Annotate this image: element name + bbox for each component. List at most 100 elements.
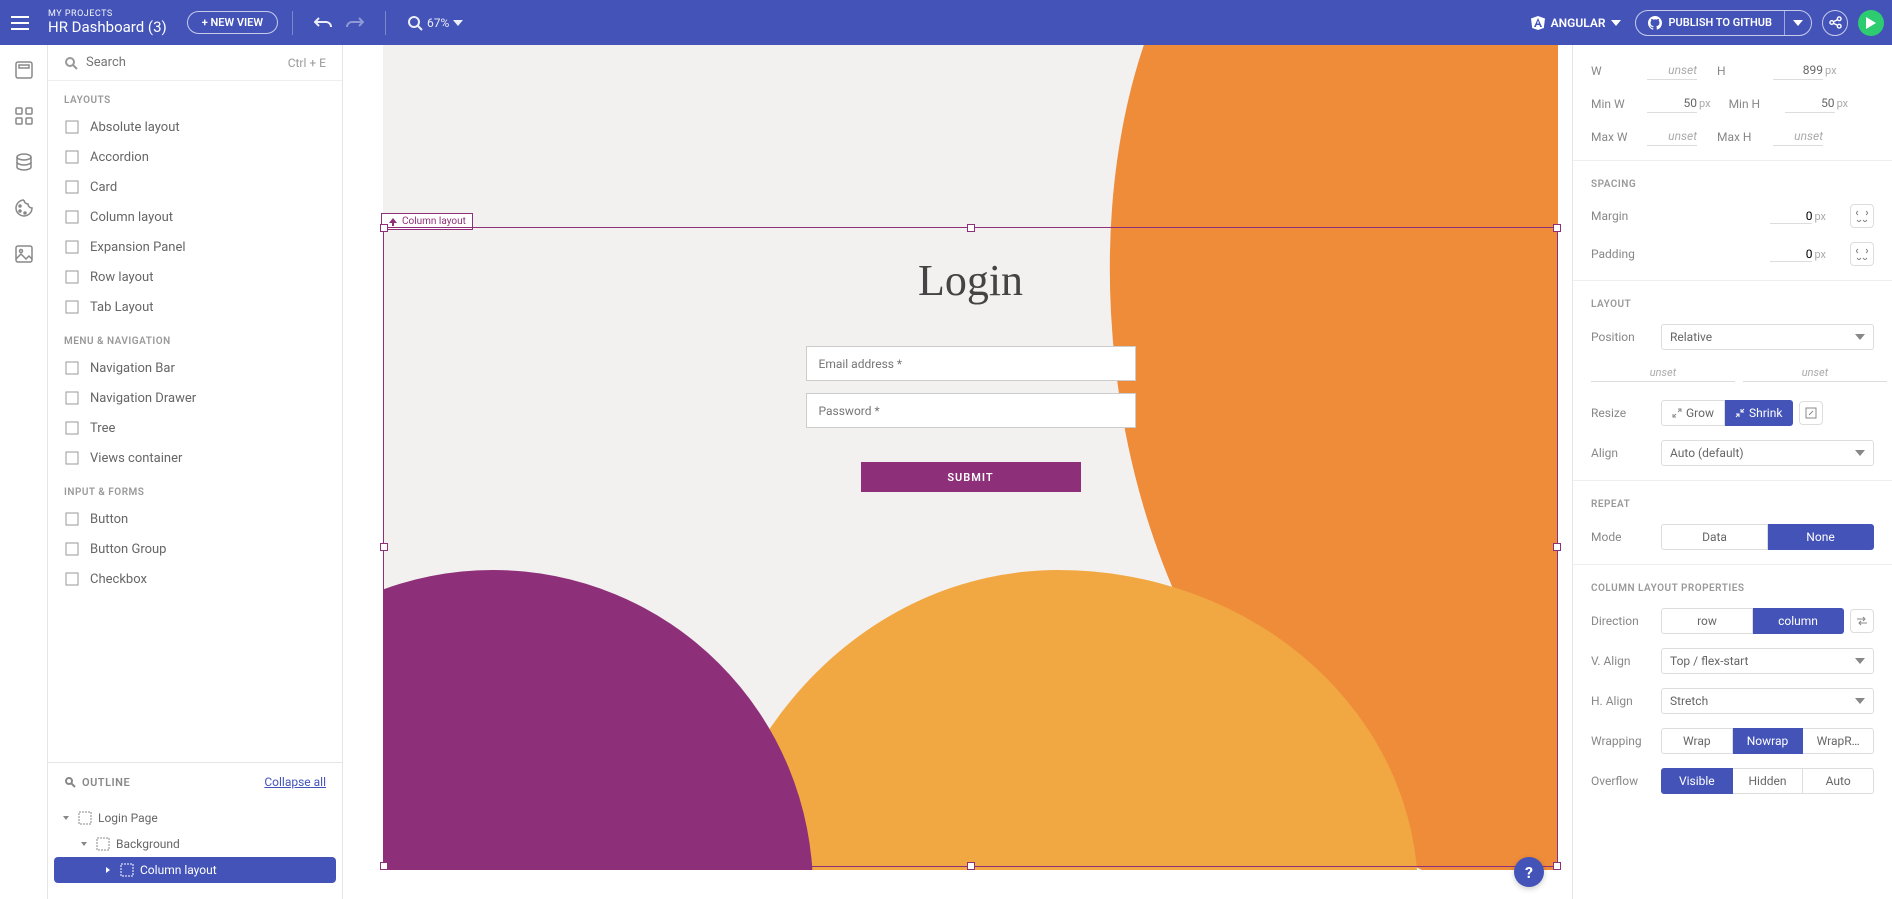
artboard[interactable]: Login SUBMIT xyxy=(383,45,1558,870)
search-input[interactable] xyxy=(86,55,288,70)
tool-item[interactable]: Checkbox xyxy=(48,564,342,594)
topbar: MY PROJECTS HR Dashboard (3) + NEW VIEW … xyxy=(0,0,1892,45)
tool-item[interactable]: Column layout xyxy=(48,202,342,232)
component-icon xyxy=(64,209,80,225)
preview-button[interactable] xyxy=(1858,10,1884,36)
maxh-input[interactable] xyxy=(1773,127,1823,146)
direction-row-button[interactable]: row xyxy=(1661,608,1753,634)
margin-input[interactable] xyxy=(1770,209,1812,224)
views-icon[interactable] xyxy=(11,57,37,83)
decorative-blob xyxy=(383,570,813,870)
tool-item[interactable]: Navigation Bar xyxy=(48,353,342,383)
component-icon xyxy=(64,119,80,135)
wraprev-button[interactable]: WrapR… xyxy=(1803,728,1874,754)
assets-icon[interactable] xyxy=(11,241,37,267)
mode-data-button[interactable]: Data xyxy=(1661,524,1768,550)
align-select[interactable]: Auto (default) xyxy=(1661,440,1874,466)
tree-row-login-page[interactable]: Login Page xyxy=(48,805,342,831)
collapse-all-link[interactable]: Collapse all xyxy=(264,775,326,789)
tool-item[interactable]: Views container xyxy=(48,443,342,473)
offset-top[interactable] xyxy=(1591,364,1735,382)
outline-title: OUTLINE xyxy=(82,776,130,789)
canvas[interactable]: Login SUBMIT Column layout xyxy=(343,45,1572,899)
minw-input[interactable] xyxy=(1647,94,1697,113)
menu-icon[interactable] xyxy=(8,11,32,35)
tool-item[interactable]: Navigation Drawer xyxy=(48,383,342,413)
direction-swap-button[interactable] xyxy=(1850,609,1874,633)
section-layouts: LAYOUTS xyxy=(48,81,342,112)
submit-button[interactable]: SUBMIT xyxy=(861,462,1081,492)
components-icon[interactable] xyxy=(11,103,37,129)
component-icon xyxy=(64,541,80,557)
share-button[interactable] xyxy=(1822,10,1848,36)
tool-item[interactable]: Tree xyxy=(48,413,342,443)
component-icon xyxy=(64,299,80,315)
direction-column-button[interactable]: column xyxy=(1753,608,1844,634)
nowrap-button[interactable]: Nowrap xyxy=(1733,728,1804,754)
left-panel: Ctrl + E LAYOUTS Absolute layoutAccordio… xyxy=(48,45,343,899)
wrap-button[interactable]: Wrap xyxy=(1661,728,1733,754)
redo-button[interactable] xyxy=(342,12,368,34)
tree-row-column-layout[interactable]: Column layout xyxy=(54,857,336,883)
mode-none-button[interactable]: None xyxy=(1768,524,1874,550)
expand-padding-button[interactable] xyxy=(1850,242,1874,266)
tool-item[interactable]: Expansion Panel xyxy=(48,232,342,262)
shrink-button[interactable]: Shrink xyxy=(1725,400,1793,426)
tool-item[interactable]: Tab Layout xyxy=(48,292,342,322)
tool-item[interactable]: Accordion xyxy=(48,142,342,172)
email-field[interactable] xyxy=(806,346,1136,381)
width-input[interactable] xyxy=(1647,61,1697,80)
tool-item[interactable]: Card xyxy=(48,172,342,202)
tool-item[interactable]: Button xyxy=(48,504,342,534)
separator xyxy=(292,11,293,35)
component-icon xyxy=(64,239,80,255)
data-icon[interactable] xyxy=(11,149,37,175)
zoom-button[interactable]: 67% xyxy=(403,11,467,35)
left-rail xyxy=(0,45,48,899)
new-view-button[interactable]: + NEW VIEW xyxy=(187,11,278,34)
expand-margin-button[interactable] xyxy=(1850,204,1874,228)
minh-input[interactable] xyxy=(1785,94,1835,113)
halign-select[interactable]: Stretch xyxy=(1661,688,1874,714)
offset-right[interactable] xyxy=(1743,364,1887,382)
overflow-hidden-button[interactable]: Hidden xyxy=(1733,768,1804,794)
grow-button[interactable]: Grow xyxy=(1661,400,1725,426)
toolbox[interactable]: LAYOUTS Absolute layoutAccordionCardColu… xyxy=(48,81,342,762)
component-icon xyxy=(64,571,80,587)
password-field[interactable] xyxy=(806,393,1136,428)
overflow-auto-button[interactable]: Auto xyxy=(1803,768,1874,794)
framework-selector[interactable]: ANGULAR xyxy=(1531,16,1622,30)
chevron-right-icon xyxy=(102,865,114,875)
login-heading: Login xyxy=(801,255,1141,306)
valign-select[interactable]: Top / flex-start xyxy=(1661,648,1874,674)
padding-input[interactable] xyxy=(1770,247,1812,262)
component-icon xyxy=(64,390,80,406)
publish-github-button[interactable]: PUBLISH TO GITHUB xyxy=(1635,10,1812,36)
resize-edit-button[interactable] xyxy=(1799,401,1823,425)
outline-tree: Login Page Background Column layout xyxy=(48,801,342,899)
maxw-input[interactable] xyxy=(1647,127,1697,146)
component-icon xyxy=(64,420,80,436)
component-icon xyxy=(64,360,80,376)
tool-item[interactable]: Row layout xyxy=(48,262,342,292)
search-icon xyxy=(64,56,78,70)
overflow-visible-button[interactable]: Visible xyxy=(1661,768,1733,794)
chevron-down-icon xyxy=(60,813,72,823)
help-button[interactable]: ? xyxy=(1514,857,1544,887)
breadcrumb[interactable]: MY PROJECTS xyxy=(48,9,167,19)
theme-icon[interactable] xyxy=(11,195,37,221)
position-select[interactable]: Relative xyxy=(1661,324,1874,350)
height-input[interactable] xyxy=(1773,61,1823,80)
undo-button[interactable] xyxy=(310,12,336,34)
section-input: INPUT & FORMS xyxy=(48,473,342,504)
tree-row-background[interactable]: Background xyxy=(48,831,342,857)
component-icon xyxy=(64,179,80,195)
arrow-up-icon xyxy=(388,217,398,227)
selection-tag[interactable]: Column layout xyxy=(381,213,473,230)
component-icon xyxy=(64,511,80,527)
tool-item[interactable]: Absolute layout xyxy=(48,112,342,142)
component-icon xyxy=(64,269,80,285)
publish-dropdown[interactable] xyxy=(1784,11,1811,35)
tool-item[interactable]: Button Group xyxy=(48,534,342,564)
chevron-down-icon xyxy=(78,839,90,849)
